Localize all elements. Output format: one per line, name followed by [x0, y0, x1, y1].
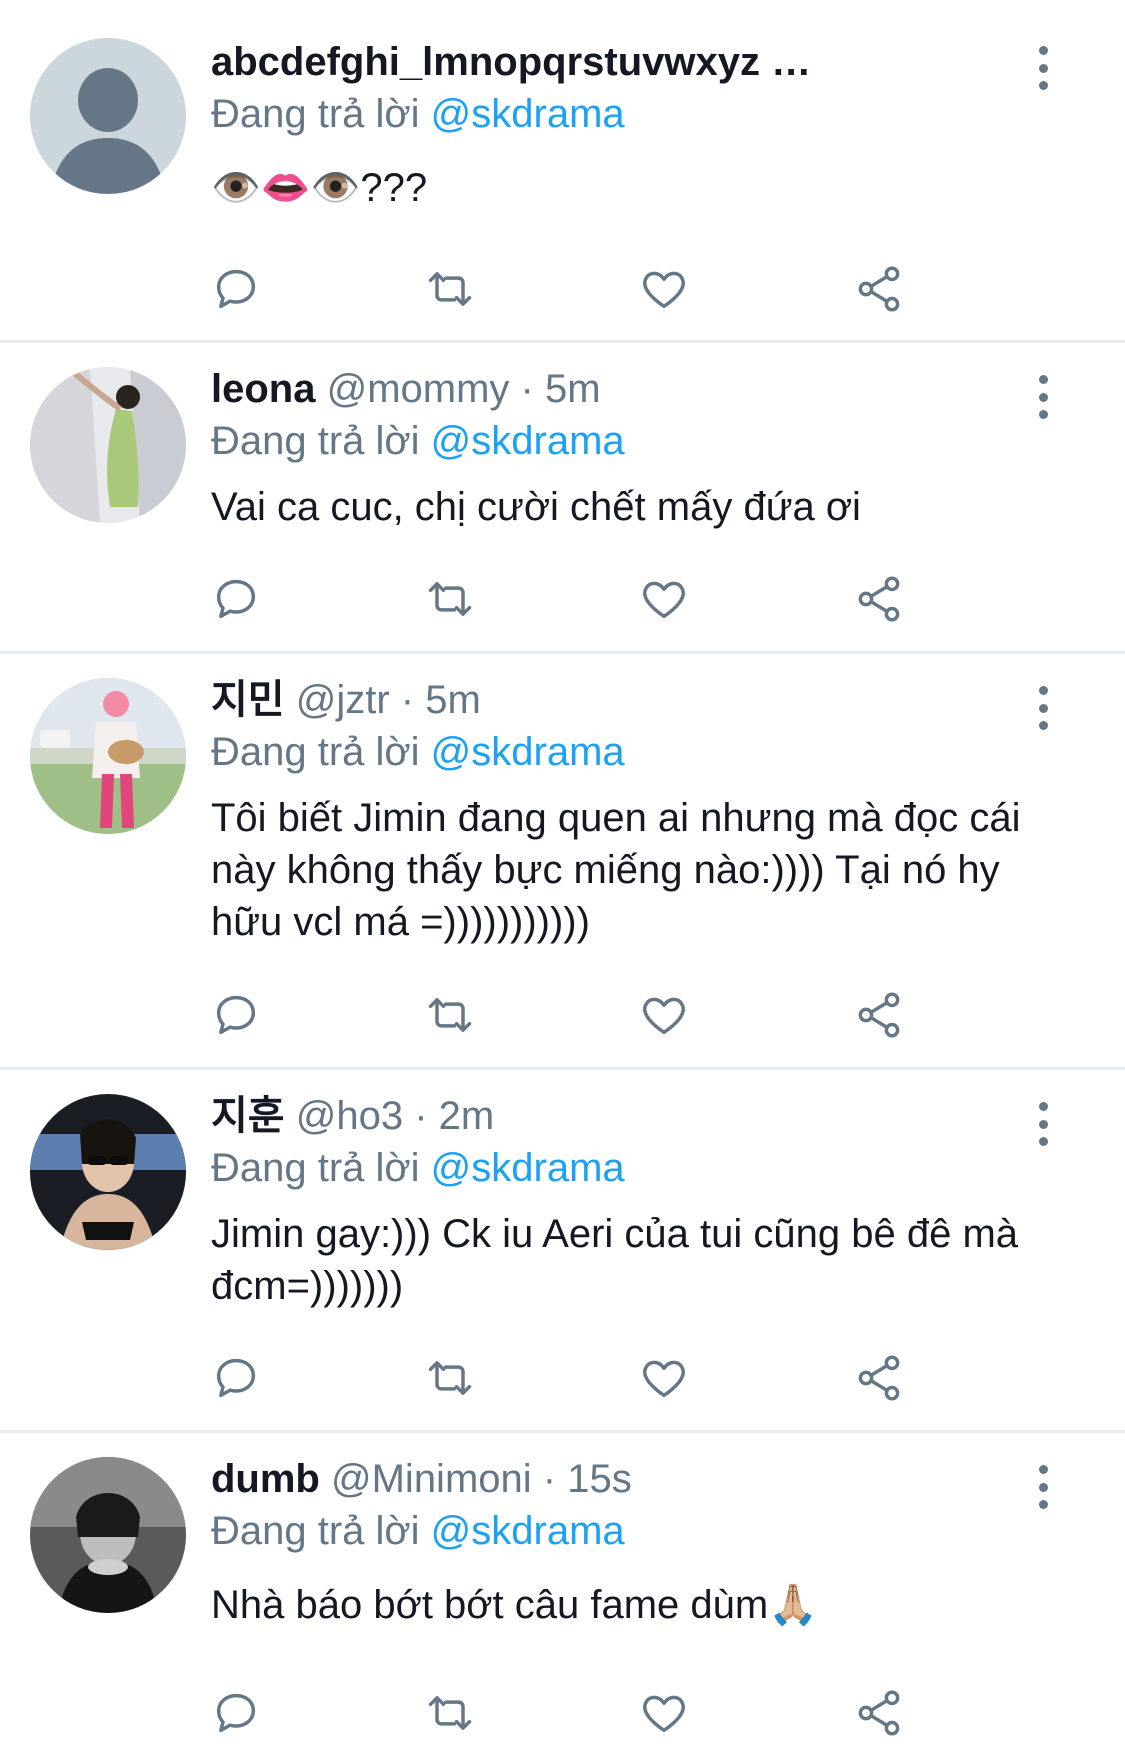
- display-name[interactable]: abcdefghi_lmnopqrstuvwxyz …: [211, 40, 811, 84]
- reply-context: Đang trả lời @skdrama: [211, 728, 1035, 776]
- user-photo-icon: [30, 678, 186, 834]
- tweet-actions: [210, 1687, 930, 1743]
- more-vertical-icon[interactable]: [1033, 46, 1053, 90]
- like-icon[interactable]: [638, 263, 694, 319]
- tweet-header: 지민 @jztr · 5m: [211, 676, 1035, 724]
- user-photo-icon: [30, 1094, 186, 1250]
- reply-to-handle[interactable]: @skdrama: [431, 1509, 625, 1553]
- display-name[interactable]: 지민: [211, 678, 285, 722]
- display-name[interactable]: dumb: [211, 1457, 320, 1501]
- share-icon[interactable]: [853, 263, 909, 319]
- like-icon[interactable]: [638, 573, 694, 629]
- tweet-actions: [210, 1352, 930, 1408]
- tweet-actions: [210, 263, 930, 319]
- share-icon[interactable]: [853, 989, 909, 1045]
- reply-to-handle[interactable]: @skdrama: [431, 419, 625, 463]
- tweet-header: 지훈 @ho3 · 2m: [211, 1092, 1035, 1140]
- reply-icon[interactable]: [210, 573, 266, 629]
- tweet-header: abcdefghi_lmnopqrstuvwxyz …: [211, 38, 1035, 86]
- reply-feed: abcdefghi_lmnopqrstuvwxyz … Đang trả lời…: [0, 0, 1125, 1759]
- tweet-text: Nhà báo bớt bớt câu fame dùm🙏🏼: [211, 1583, 819, 1627]
- share-icon[interactable]: [853, 1687, 909, 1743]
- retweet-icon[interactable]: [424, 263, 480, 319]
- reply-prefix: Đang trả lời: [211, 92, 420, 136]
- reply-to-handle[interactable]: @skdrama: [431, 92, 625, 136]
- display-name[interactable]: 지훈: [211, 1094, 285, 1138]
- tweet-5[interactable]: dumb @Minimoni · 15s Đang trả lời @skdra…: [0, 1433, 1125, 1759]
- reply-prefix: Đang trả lời: [211, 419, 420, 463]
- reply-icon[interactable]: [210, 989, 266, 1045]
- reply-to-handle[interactable]: @skdrama: [431, 730, 625, 774]
- like-icon[interactable]: [638, 1687, 694, 1743]
- like-icon[interactable]: [638, 1352, 694, 1408]
- retweet-icon[interactable]: [424, 1352, 480, 1408]
- tweet-3[interactable]: 지민 @jztr · 5m Đang trả lời @skdrama Tôi …: [0, 654, 1125, 1067]
- user-photo-icon: [30, 1457, 186, 1613]
- user-handle[interactable]: @ho3: [296, 1094, 403, 1138]
- reply-context: Đang trả lời @skdrama: [211, 1144, 1035, 1192]
- separator-dot: ·: [542, 1457, 557, 1501]
- tweet-1[interactable]: abcdefghi_lmnopqrstuvwxyz … Đang trả lời…: [0, 0, 1125, 340]
- reply-context: Đang trả lời @skdrama: [211, 417, 1035, 465]
- share-icon[interactable]: [853, 1352, 909, 1408]
- separator-dot: ·: [520, 367, 534, 411]
- user-handle[interactable]: @Minimoni: [331, 1457, 532, 1501]
- timestamp[interactable]: 2m: [439, 1094, 495, 1138]
- avatar-leona[interactable]: [30, 367, 186, 523]
- reply-prefix: Đang trả lời: [211, 730, 420, 774]
- tweet-actions: [210, 573, 930, 629]
- reply-icon[interactable]: [210, 1687, 266, 1743]
- user-photo-icon: [30, 367, 186, 523]
- reply-prefix: Đang trả lời: [211, 1509, 420, 1553]
- user-handle[interactable]: @jztr: [296, 678, 390, 722]
- reply-icon[interactable]: [210, 1352, 266, 1408]
- timestamp[interactable]: 15s: [567, 1457, 632, 1501]
- more-vertical-icon[interactable]: [1033, 686, 1053, 730]
- tweet-header: leona @mommy · 5m: [211, 365, 1035, 413]
- tweet-4[interactable]: 지훈 @ho3 · 2m Đang trả lời @skdrama Jimin…: [0, 1070, 1125, 1430]
- avatar-default[interactable]: [30, 38, 186, 194]
- default-avatar-icon: [30, 38, 186, 194]
- avatar-jimin[interactable]: [30, 678, 186, 834]
- more-vertical-icon[interactable]: [1033, 375, 1053, 419]
- avatar-jihoon[interactable]: [30, 1094, 186, 1250]
- more-vertical-icon[interactable]: [1033, 1465, 1053, 1509]
- tweet-actions: [210, 989, 930, 1045]
- display-name[interactable]: leona: [211, 367, 315, 411]
- reply-icon[interactable]: [210, 263, 266, 319]
- separator-dot: ·: [400, 678, 415, 722]
- user-handle[interactable]: @mommy: [327, 367, 510, 411]
- share-icon[interactable]: [853, 573, 909, 629]
- tweet-text: Tôi biết Jimin đang quen ai nhưng mà đọc…: [211, 796, 1021, 944]
- like-icon[interactable]: [638, 989, 694, 1045]
- retweet-icon[interactable]: [424, 1687, 480, 1743]
- timestamp[interactable]: 5m: [425, 678, 481, 722]
- reply-to-handle[interactable]: @skdrama: [431, 1146, 625, 1190]
- tweet-text: Vai ca cuc, chị cười chết mấy đứa ơi: [211, 485, 861, 529]
- reply-context: Đang trả lời @skdrama: [211, 1507, 1035, 1555]
- avatar-dumb[interactable]: [30, 1457, 186, 1613]
- reply-context: Đang trả lời @skdrama: [211, 90, 1035, 138]
- tweet-header: dumb @Minimoni · 15s: [211, 1455, 1035, 1503]
- separator-dot: ·: [414, 1094, 428, 1138]
- more-vertical-icon[interactable]: [1033, 1102, 1053, 1146]
- reply-prefix: Đang trả lời: [211, 1146, 420, 1190]
- tweet-2[interactable]: leona @mommy · 5m Đang trả lời @skdrama …: [0, 343, 1125, 651]
- retweet-icon[interactable]: [424, 573, 480, 629]
- retweet-icon[interactable]: [424, 989, 480, 1045]
- tweet-text: Jimin gay:))) Ck iu Aeri của tui cũng bê…: [211, 1212, 1019, 1308]
- timestamp[interactable]: 5m: [545, 367, 601, 411]
- tweet-text: 👁️👄👁️???: [211, 166, 428, 210]
